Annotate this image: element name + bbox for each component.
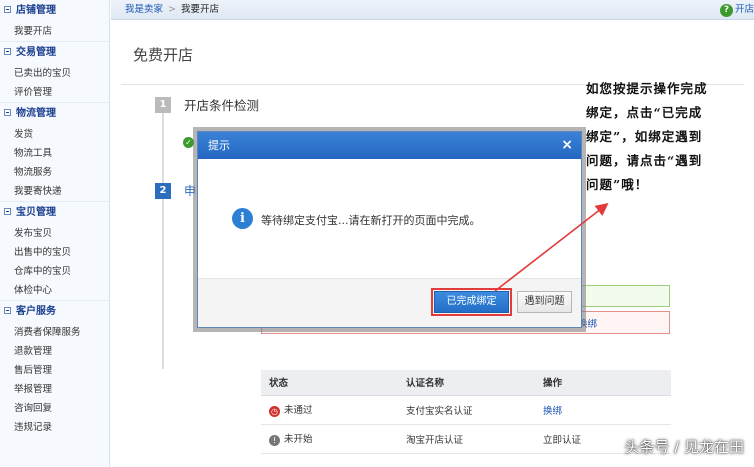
step-1-title: 开店条件检测 bbox=[184, 98, 260, 113]
breadcrumb-separator: > bbox=[168, 4, 176, 15]
sidebar-item-after-sales[interactable]: 售后管理 bbox=[0, 361, 109, 380]
page-title: 免费开店 bbox=[133, 46, 194, 64]
sidebar-item-logistics-tools[interactable]: 物流工具 bbox=[0, 144, 109, 163]
status-cell: ! 未开始 bbox=[261, 424, 398, 454]
close-icon[interactable]: × bbox=[561, 135, 573, 155]
sidebar: 店铺管理 我要开店 交易管理 已卖出的宝贝 评价管理 物流管理 发货 物流工具 … bbox=[0, 0, 110, 467]
sidebar-item-violations[interactable]: 违规记录 bbox=[0, 418, 109, 437]
column-header-name: 认证名称 bbox=[398, 370, 535, 396]
sidebar-group-customer-service: 客户服务 消费者保障服务 退款管理 售后管理 举报管理 咨询回复 违规记录 bbox=[0, 300, 109, 437]
info-icon: ! bbox=[269, 435, 280, 446]
clock-icon: ◷ bbox=[269, 406, 280, 417]
info-icon: i bbox=[232, 208, 253, 229]
breadcrumb-current: 我要开店 bbox=[180, 4, 219, 15]
breadcrumb: 我是卖家 > 我要开店 ? 开店 bbox=[111, 0, 754, 20]
dialog-footer: 已完成绑定 遇到问题 bbox=[198, 278, 581, 327]
sidebar-item-open-shop[interactable]: 我要开店 bbox=[0, 22, 109, 41]
sidebar-item-in-warehouse[interactable]: 仓库中的宝贝 bbox=[0, 262, 109, 281]
column-header-status: 状态 bbox=[261, 370, 398, 396]
dialog-message: 等待绑定支付宝...请在新打开的页面中完成。 bbox=[261, 214, 481, 227]
sidebar-item-logistics-service[interactable]: 物流服务 bbox=[0, 163, 109, 182]
step-connector bbox=[162, 199, 164, 369]
collapse-icon[interactable] bbox=[4, 208, 11, 215]
sidebar-item-ship[interactable]: 发货 bbox=[0, 125, 109, 144]
table-row: ◷ 未通过 支付宝实名认证 换绑 bbox=[261, 395, 671, 425]
breadcrumb-link-seller[interactable]: 我是卖家 bbox=[125, 4, 163, 15]
sidebar-item-publish[interactable]: 发布宝贝 bbox=[0, 224, 109, 243]
sidebar-group-header[interactable]: 宝贝管理 bbox=[0, 202, 109, 224]
sidebar-group-header[interactable]: 交易管理 bbox=[0, 42, 109, 64]
collapse-icon[interactable] bbox=[4, 307, 11, 314]
sidebar-item-reports[interactable]: 举报管理 bbox=[0, 380, 109, 399]
table-row: ! 未开始 淘宝开店认证 立即认证 bbox=[261, 424, 671, 454]
collapse-icon[interactable] bbox=[4, 109, 11, 116]
sidebar-group-logistics: 物流管理 发货 物流工具 物流服务 我要寄快递 bbox=[0, 102, 109, 201]
table-header-row: 状态 认证名称 操作 bbox=[261, 370, 671, 396]
prompt-dialog: 提示 × i 等待绑定支付宝...请在新打开的页面中完成。 已完成绑定 遇到问题 bbox=[197, 131, 582, 328]
annotation-text: 如您按提示操作完成 绑定，点击“已完成 绑定”，如绑定遇到 问题，请点击“遇到 … bbox=[586, 81, 708, 192]
sidebar-item-sold-items[interactable]: 已卖出的宝贝 bbox=[0, 64, 109, 83]
sidebar-item-reviews[interactable]: 评价管理 bbox=[0, 83, 109, 102]
column-header-action: 操作 bbox=[535, 370, 671, 396]
sidebar-group-header[interactable]: 物流管理 bbox=[0, 103, 109, 125]
name-cell: 淘宝开店认证 bbox=[398, 424, 535, 454]
certification-table: 状态 认证名称 操作 ◷ 未通过 支付宝实名认证 换绑 ! 未开始 淘宝开店认证 立… bbox=[261, 370, 671, 454]
encounter-problem-button[interactable]: 遇到问题 bbox=[517, 291, 572, 313]
step-1-number: 1 bbox=[155, 97, 171, 113]
sidebar-group-header[interactable]: 店铺管理 bbox=[0, 0, 109, 22]
sidebar-item-send-express[interactable]: 我要寄快递 bbox=[0, 182, 109, 201]
sidebar-item-consumer-protection[interactable]: 消费者保障服务 bbox=[0, 323, 109, 342]
step-2-title: 申 bbox=[184, 184, 197, 198]
watermark: 头条号 / 见龙在田 bbox=[624, 438, 744, 456]
step-connector bbox=[162, 113, 164, 183]
sidebar-group-items: 宝贝管理 发布宝贝 出售中的宝贝 仓库中的宝贝 体检中心 bbox=[0, 201, 109, 300]
dialog-body: i 等待绑定支付宝...请在新打开的页面中完成。 bbox=[198, 159, 581, 279]
binding-complete-button[interactable]: 已完成绑定 bbox=[434, 291, 509, 313]
sidebar-item-checkup[interactable]: 体检中心 bbox=[0, 281, 109, 300]
help-icon: ? bbox=[719, 4, 733, 17]
step-2-number: 2 bbox=[155, 183, 171, 199]
sidebar-group-shop: 店铺管理 我要开店 bbox=[0, 0, 109, 41]
sidebar-group-trade: 交易管理 已卖出的宝贝 评价管理 bbox=[0, 41, 109, 102]
status-cell: ◷ 未通过 bbox=[261, 395, 398, 425]
collapse-icon[interactable] bbox=[4, 6, 11, 13]
dialog-title: 提示 bbox=[198, 132, 581, 159]
action-link-rebind[interactable]: 换绑 bbox=[535, 395, 671, 425]
collapse-icon[interactable] bbox=[4, 48, 11, 55]
sidebar-item-inquiries[interactable]: 咨询回复 bbox=[0, 399, 109, 418]
name-cell: 支付宝实名认证 bbox=[398, 395, 535, 425]
check-icon: ✓ bbox=[183, 137, 194, 148]
sidebar-item-refunds[interactable]: 退款管理 bbox=[0, 342, 109, 361]
sidebar-group-header[interactable]: 客户服务 bbox=[0, 301, 109, 323]
sidebar-item-on-sale[interactable]: 出售中的宝贝 bbox=[0, 243, 109, 262]
help-link[interactable]: ? 开店 bbox=[719, 3, 754, 17]
